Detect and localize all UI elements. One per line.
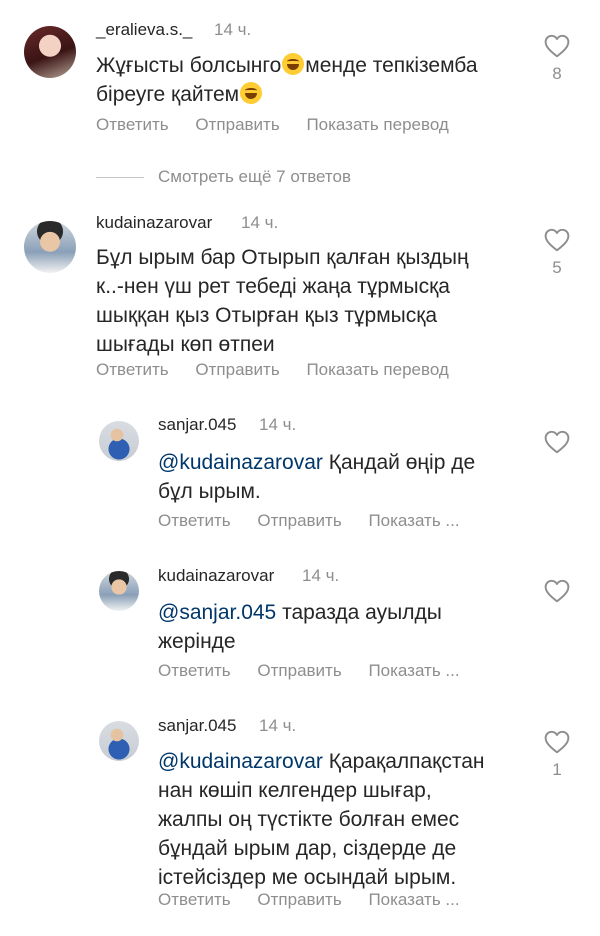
send-button[interactable]: Отправить bbox=[257, 511, 341, 530]
mention-link[interactable]: @sanjar.045 bbox=[158, 601, 276, 624]
reply-text: @kudainazarovar Қандай өңір де бұл ырым. bbox=[158, 448, 475, 506]
like-count: 1 bbox=[552, 760, 562, 779]
reply-button[interactable]: Ответить bbox=[158, 890, 231, 909]
view-more-divider bbox=[96, 177, 144, 178]
heart-icon[interactable] bbox=[544, 430, 570, 454]
reply-actions: Ответить Отправить Показать ... bbox=[158, 890, 482, 910]
avatar[interactable] bbox=[24, 26, 76, 78]
heart-icon[interactable] bbox=[544, 228, 570, 252]
comment-text-part: Жұғысты болсынго bbox=[96, 54, 282, 77]
heart-icon[interactable] bbox=[544, 730, 570, 754]
reply-text-line: жалпы оң түстікте болған емес bbox=[158, 808, 460, 831]
reply-username[interactable]: kudainazarovar bbox=[158, 566, 274, 586]
reply-text: @sanjar.045 таразда ауылды жерінде bbox=[158, 598, 442, 656]
reply-username[interactable]: sanjar.045 bbox=[158, 716, 236, 736]
comment-text-line: Бұл ырым бар Отырып қалған қыздың bbox=[96, 246, 469, 269]
send-button[interactable]: Отправить bbox=[195, 115, 279, 134]
reply-text: @kudainazarovar Қарақалпақстан нан көшіп… bbox=[158, 747, 485, 892]
reply-text-line: істейсіздер ме осындай ырым. bbox=[158, 866, 457, 889]
comment-username[interactable]: kudainazarovar bbox=[96, 213, 212, 233]
reply-button[interactable]: Ответить bbox=[96, 115, 169, 134]
comment-text-line: к..-нен үш рет тебеді жаңа тұрмысқа bbox=[96, 275, 450, 298]
comment-time: 14 ч. bbox=[214, 20, 252, 39]
translate-button[interactable]: Показать ... bbox=[368, 661, 459, 680]
reply-2: kudainazarovar 14 ч. @sanjar.045 таразда… bbox=[0, 555, 600, 695]
reply-username[interactable]: sanjar.045 bbox=[158, 415, 236, 435]
translate-button[interactable]: Показать перевод bbox=[306, 115, 448, 134]
avatar[interactable] bbox=[99, 571, 139, 611]
translate-button[interactable]: Показать ... bbox=[368, 511, 459, 530]
reply-text-part: Қарақалпақстан bbox=[322, 750, 485, 773]
comment-actions: Ответить Отправить Показать перевод bbox=[96, 115, 471, 135]
view-more-replies-button[interactable]: Смотреть ещё 7 ответов bbox=[158, 167, 351, 187]
translate-button[interactable]: Показать ... bbox=[368, 890, 459, 909]
reply-button[interactable]: Ответить bbox=[96, 360, 169, 379]
like-count: 5 bbox=[552, 258, 562, 277]
comment-time: 14 ч. bbox=[241, 213, 279, 232]
heart-icon[interactable] bbox=[544, 579, 570, 603]
send-button[interactable]: Отправить bbox=[257, 890, 341, 909]
reply-text-part: таразда ауылды bbox=[276, 601, 442, 624]
reply-text-line: бұл ырым. bbox=[158, 480, 261, 503]
comment-text-part: менде тепкіземба bbox=[305, 54, 478, 77]
reply-text-part: Қандай өңір де bbox=[322, 451, 476, 474]
reply-button[interactable]: Ответить bbox=[158, 511, 231, 530]
comment-username[interactable]: _eralieva.s._ bbox=[96, 20, 192, 40]
reply-3: sanjar.045 14 ч. @kudainazarovar Қарақал… bbox=[0, 705, 600, 930]
reply-actions: Ответить Отправить Показать ... bbox=[158, 661, 482, 681]
reply-actions: Ответить Отправить Показать ... bbox=[158, 511, 482, 531]
reply-text-line: жерінде bbox=[158, 630, 236, 653]
comment-1: _eralieva.s._ 14 ч. Жұғысты болсынго менд… bbox=[0, 0, 600, 150]
grinning-sweat-emoji-icon bbox=[282, 53, 305, 75]
reply-time: 14 ч. bbox=[259, 415, 297, 434]
reply-time: 14 ч. bbox=[259, 716, 297, 735]
avatar[interactable] bbox=[24, 221, 76, 273]
reply-text-line: нан көшіп келгендер шығар, bbox=[158, 779, 432, 802]
comment-actions: Ответить Отправить Показать перевод bbox=[96, 360, 471, 380]
comment-text-line: шығады көп өтпеи bbox=[96, 333, 275, 356]
mention-link[interactable]: @kudainazarovar bbox=[158, 750, 323, 773]
translate-button[interactable]: Показать перевод bbox=[306, 360, 448, 379]
grinning-sweat-emoji-icon bbox=[240, 82, 263, 104]
comment-2: kudainazarovar 14 ч. Бұл ырым бар Отырып… bbox=[0, 200, 600, 390]
reply-1: sanjar.045 14 ч. @kudainazarovar Қандай … bbox=[0, 405, 600, 545]
reply-time: 14 ч. bbox=[302, 566, 340, 585]
reply-button[interactable]: Ответить bbox=[158, 661, 231, 680]
comment-text: Бұл ырым бар Отырып қалған қыздың к..-не… bbox=[96, 243, 469, 359]
like-count: 8 bbox=[552, 64, 562, 83]
comment-text-line: шыққан қыз Отырған қыз тұрмысқа bbox=[96, 304, 438, 327]
comment-text-part: біреуге қайтем bbox=[96, 83, 240, 106]
mention-link[interactable]: @kudainazarovar bbox=[158, 451, 323, 474]
send-button[interactable]: Отправить bbox=[257, 661, 341, 680]
avatar[interactable] bbox=[99, 721, 139, 761]
send-button[interactable]: Отправить bbox=[195, 360, 279, 379]
comment-text: Жұғысты болсынго менде тепкіземба біреуге… bbox=[96, 51, 478, 109]
avatar[interactable] bbox=[99, 421, 139, 461]
heart-icon[interactable] bbox=[544, 34, 570, 58]
reply-text-line: бұндай ырым дар, сіздерде де bbox=[158, 837, 457, 860]
